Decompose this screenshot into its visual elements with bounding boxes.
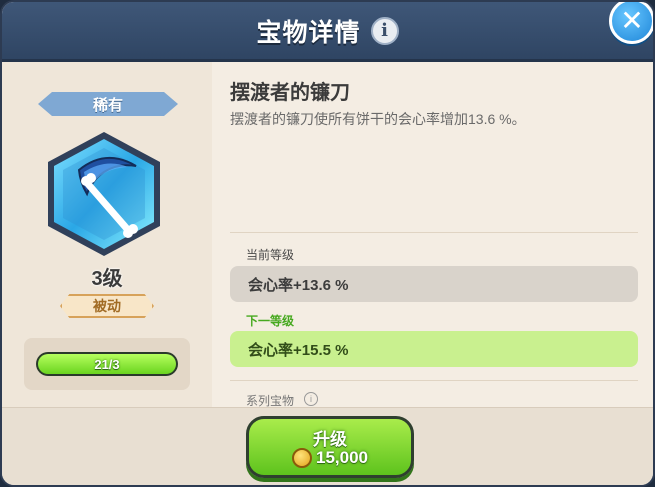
treasure-detail-panel: 摆渡者的镰刀 摆渡者的镰刀使所有饼干的会心率增加13.6 %。 当前等级 会心率…	[212, 62, 653, 408]
progress-bar: 21/3	[36, 352, 178, 376]
close-icon: ✕	[620, 5, 644, 36]
current-level-value: 会心率+13.6 %	[248, 276, 349, 294]
treasure-icon	[44, 130, 164, 258]
section-divider	[230, 232, 638, 233]
upgrade-button[interactable]: 升级 15,000	[246, 416, 414, 478]
section-divider	[230, 380, 638, 381]
next-level-stat: 会心率+15.5 %	[230, 331, 638, 367]
progress-text: 21/3	[94, 356, 120, 372]
upgrade-label: 升级	[313, 430, 347, 449]
rarity-badge: 稀有	[38, 92, 178, 116]
next-level-label: 下一等级	[246, 314, 295, 328]
info-icon[interactable]: i	[370, 16, 399, 45]
treasure-type-label: 被动	[93, 298, 121, 314]
next-level-value: 会心率+15.5 %	[248, 341, 349, 359]
modal-header: 宝物详情 i	[2, 2, 653, 62]
treasure-description: 摆渡者的镰刀使所有饼干的会心率增加13.6 %。	[230, 111, 526, 127]
treasure-name: 摆渡者的镰刀	[230, 82, 350, 104]
modal-footer: 升级 15,000	[2, 407, 653, 485]
close-button[interactable]: ✕	[609, 2, 653, 44]
treasure-level: 3级	[91, 268, 123, 290]
treasure-summary-panel: 稀有 3级 被动 21/3	[2, 62, 212, 407]
current-level-label: 当前等级	[246, 248, 295, 262]
current-level-stat: 会心率+13.6 %	[230, 266, 638, 302]
upgrade-cost-value: 15,000	[316, 448, 368, 467]
treasure-type-badge: 被动	[60, 294, 154, 318]
upgrade-cost: 15,000	[249, 448, 411, 468]
series-info-icon[interactable]: i	[304, 392, 318, 406]
upgrade-progress: 21/3	[24, 338, 190, 390]
modal-title: 宝物详情	[256, 18, 361, 47]
rarity-label: 稀有	[92, 96, 123, 114]
treasure-detail-modal: 宝物详情 i 稀有 3级 被动 21/3 摆渡者的镰刀 摆渡者的镰刀使所有饼干的…	[0, 0, 655, 487]
coin-icon	[292, 448, 312, 468]
